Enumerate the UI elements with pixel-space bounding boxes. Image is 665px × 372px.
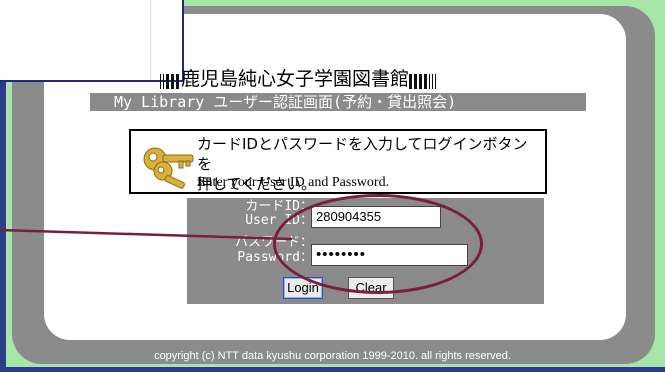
copyright-footer: copyright (c) NTT data kyushu corporatio… [154,350,511,362]
annotation-pointer-line [0,228,293,241]
